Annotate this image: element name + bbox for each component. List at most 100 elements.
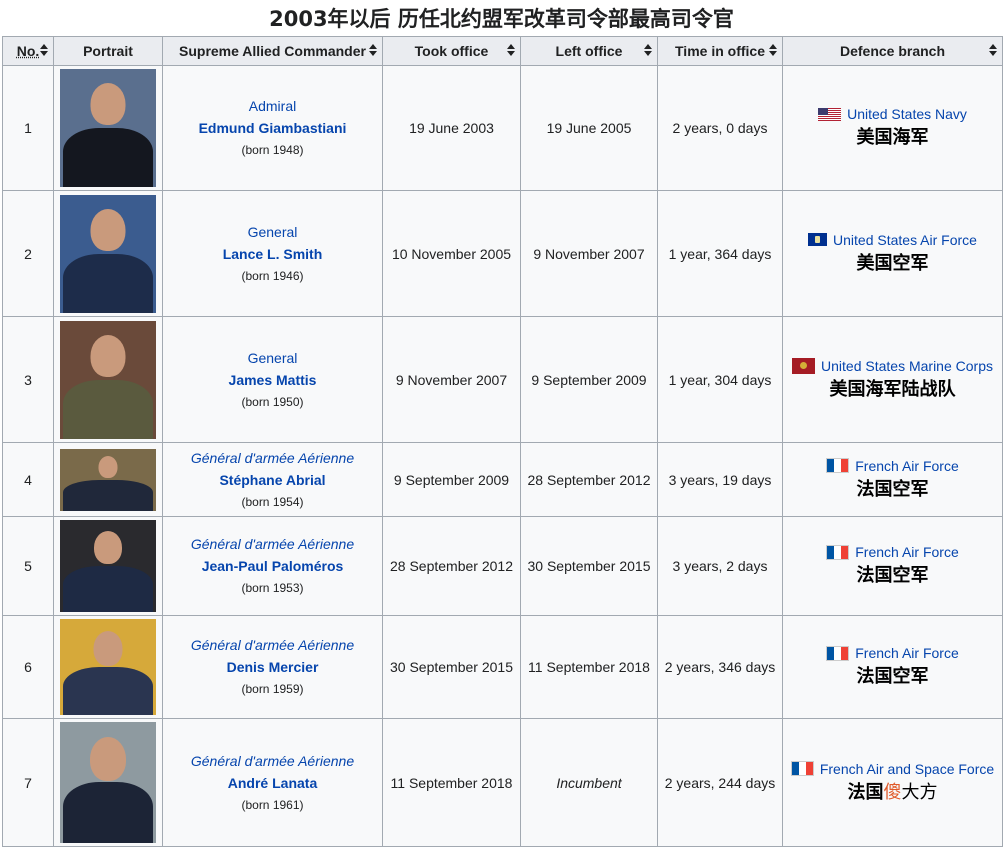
column-header-no[interactable]: No.	[2, 36, 54, 66]
took-office-date: 30 September 2015	[390, 659, 513, 675]
column-header-portrait: Portrait	[53, 36, 163, 66]
cell-time-in-office: 2 years, 346 days	[657, 615, 783, 719]
cell-left-office: 9 November 2007	[520, 190, 658, 317]
cell-number: 5	[2, 516, 54, 616]
branch-line: United States Marine Corps	[787, 357, 998, 374]
branch-line: French Air and Space Force	[787, 761, 998, 777]
branch-link[interactable]: United States Navy	[847, 106, 967, 122]
column-header-commander[interactable]: Supreme Allied Commander	[162, 36, 383, 66]
time-in-office: 2 years, 346 days	[664, 659, 776, 675]
row-number: 7	[24, 774, 32, 791]
table-row: 3 General James Mattis (born 1950) 9 Novembe…	[2, 316, 1003, 443]
time-in-office: 1 year, 304 days	[668, 371, 772, 388]
cell-left-office: 19 June 2005	[520, 65, 658, 191]
commanders-table: No. Portrait Supreme Allied Commander To…	[2, 36, 1003, 847]
branch-link[interactable]: French Air Force	[855, 544, 958, 560]
sort-icon[interactable]	[989, 44, 997, 58]
portrait-image[interactable]	[60, 320, 156, 439]
cell-commander: Admiral Edmund Giambastiani (born 1948)	[162, 65, 383, 191]
took-office-date: 10 November 2005	[391, 245, 512, 262]
cell-defence-branch: French Air and Space Force 法国傻大方	[782, 718, 1003, 847]
sort-icon[interactable]	[507, 44, 515, 58]
sort-icon[interactable]	[769, 44, 777, 58]
column-header-label: Took office	[414, 43, 489, 59]
branch-line: French Air Force	[787, 544, 998, 560]
column-header-label: Defence branch	[839, 43, 946, 59]
cell-commander: General Lance L. Smith (born 1946)	[162, 190, 383, 317]
commander-name-link[interactable]: André Lanata	[167, 772, 378, 794]
sort-icon[interactable]	[40, 44, 48, 58]
branch-link[interactable]: French Air and Space Force	[820, 761, 994, 777]
column-header-left-office[interactable]: Left office	[520, 36, 658, 66]
time-in-office: 1 year, 364 days	[668, 245, 772, 262]
commander-name-link[interactable]: Stéphane Abrial	[167, 469, 378, 491]
table-header-row: No. Portrait Supreme Allied Commander To…	[2, 36, 1003, 66]
birth-year: (born 1948)	[241, 143, 304, 157]
branch-line: United States Air Force	[787, 232, 998, 248]
took-office-date: 11 September 2018	[390, 774, 513, 791]
branch-link[interactable]: United States Air Force	[833, 232, 977, 248]
chinese-caption-text: 美国空军	[856, 252, 929, 274]
commander-name-link[interactable]: Edmund Giambastiani	[167, 117, 378, 139]
birth-year: (born 1953)	[241, 581, 304, 595]
portrait-image[interactable]	[60, 722, 156, 843]
france-flag-icon	[826, 458, 850, 473]
column-header-label: Time in office	[675, 43, 765, 59]
cell-commander: Général d'armée Aérienne Jean-Paul Palomé…	[162, 516, 383, 616]
commander-name-link[interactable]: Denis Mercier	[167, 656, 378, 678]
commander-name-link[interactable]: Lance L. Smith	[167, 243, 378, 265]
cell-left-office: Incumbent	[520, 718, 658, 847]
portrait-image[interactable]	[60, 520, 156, 612]
branch-line: United States Navy	[787, 106, 998, 122]
commander-name-link[interactable]: Jean-Paul Paloméros	[167, 555, 378, 577]
rank-link[interactable]: Admiral	[167, 95, 378, 117]
row-number: 6	[24, 659, 32, 675]
cell-portrait	[53, 190, 163, 317]
portrait-image[interactable]	[60, 619, 156, 715]
chinese-caption-tail: 大方	[901, 781, 938, 803]
usaf-flag-icon	[808, 233, 828, 246]
time-in-office: 2 years, 244 days	[664, 774, 776, 791]
birth-year: (born 1961)	[241, 797, 304, 812]
time-in-office: 3 years, 2 days	[672, 558, 768, 574]
column-header-label: Left office	[555, 43, 623, 59]
portrait-image[interactable]	[60, 448, 156, 511]
column-header-time-in-office[interactable]: Time in office	[657, 36, 783, 66]
column-header-defence-branch[interactable]: Defence branch	[782, 36, 1003, 66]
row-number: 1	[24, 120, 32, 136]
rank-link[interactable]: Général d'armée Aérienne	[167, 750, 378, 772]
chinese-caption: 美国空军	[787, 252, 998, 276]
cell-defence-branch: French Air Force 法国空军	[782, 516, 1003, 616]
cell-took-office: 9 September 2009	[382, 442, 521, 517]
commander-name-link[interactable]: James Mattis	[167, 369, 378, 391]
rank-link[interactable]: General	[167, 221, 378, 243]
portrait-image[interactable]	[60, 194, 156, 313]
rank-link[interactable]: Général d'armée Aérienne	[167, 634, 378, 656]
column-header-took-office[interactable]: Took office	[382, 36, 521, 66]
left-office-date: 9 September 2009	[531, 371, 647, 388]
page-title: 2003年以后 历任北约盟军改革司令部最高司令官	[269, 7, 734, 31]
cell-took-office: 9 November 2007	[382, 316, 521, 443]
cell-number: 2	[2, 190, 54, 317]
branch-link[interactable]: French Air Force	[855, 458, 958, 474]
portrait-image[interactable]	[60, 69, 156, 187]
branch-link[interactable]: French Air Force	[855, 645, 958, 661]
row-number: 5	[24, 558, 32, 574]
birth-year: (born 1959)	[241, 682, 304, 696]
sort-icon[interactable]	[644, 44, 652, 58]
rank-link[interactable]: Général d'armée Aérienne	[167, 447, 378, 469]
cell-left-office: 28 September 2012	[520, 442, 658, 517]
branch-link[interactable]: United States Marine Corps	[821, 358, 993, 374]
us-flag-icon	[818, 107, 842, 121]
left-office-date: 30 September 2015	[527, 558, 651, 574]
row-number: 2	[24, 245, 32, 262]
rank-link[interactable]: Général d'armée Aérienne	[167, 533, 378, 555]
chinese-caption: 美国海军	[787, 126, 998, 150]
cell-defence-branch: United States Marine Corps 美国海军陆战队	[782, 316, 1003, 443]
cell-took-office: 10 November 2005	[382, 190, 521, 317]
cell-time-in-office: 2 years, 0 days	[657, 65, 783, 191]
sort-icon[interactable]	[369, 44, 377, 58]
cell-time-in-office: 1 year, 364 days	[657, 190, 783, 317]
rank-link[interactable]: General	[167, 347, 378, 369]
chinese-caption-highlight: 傻	[883, 781, 902, 803]
